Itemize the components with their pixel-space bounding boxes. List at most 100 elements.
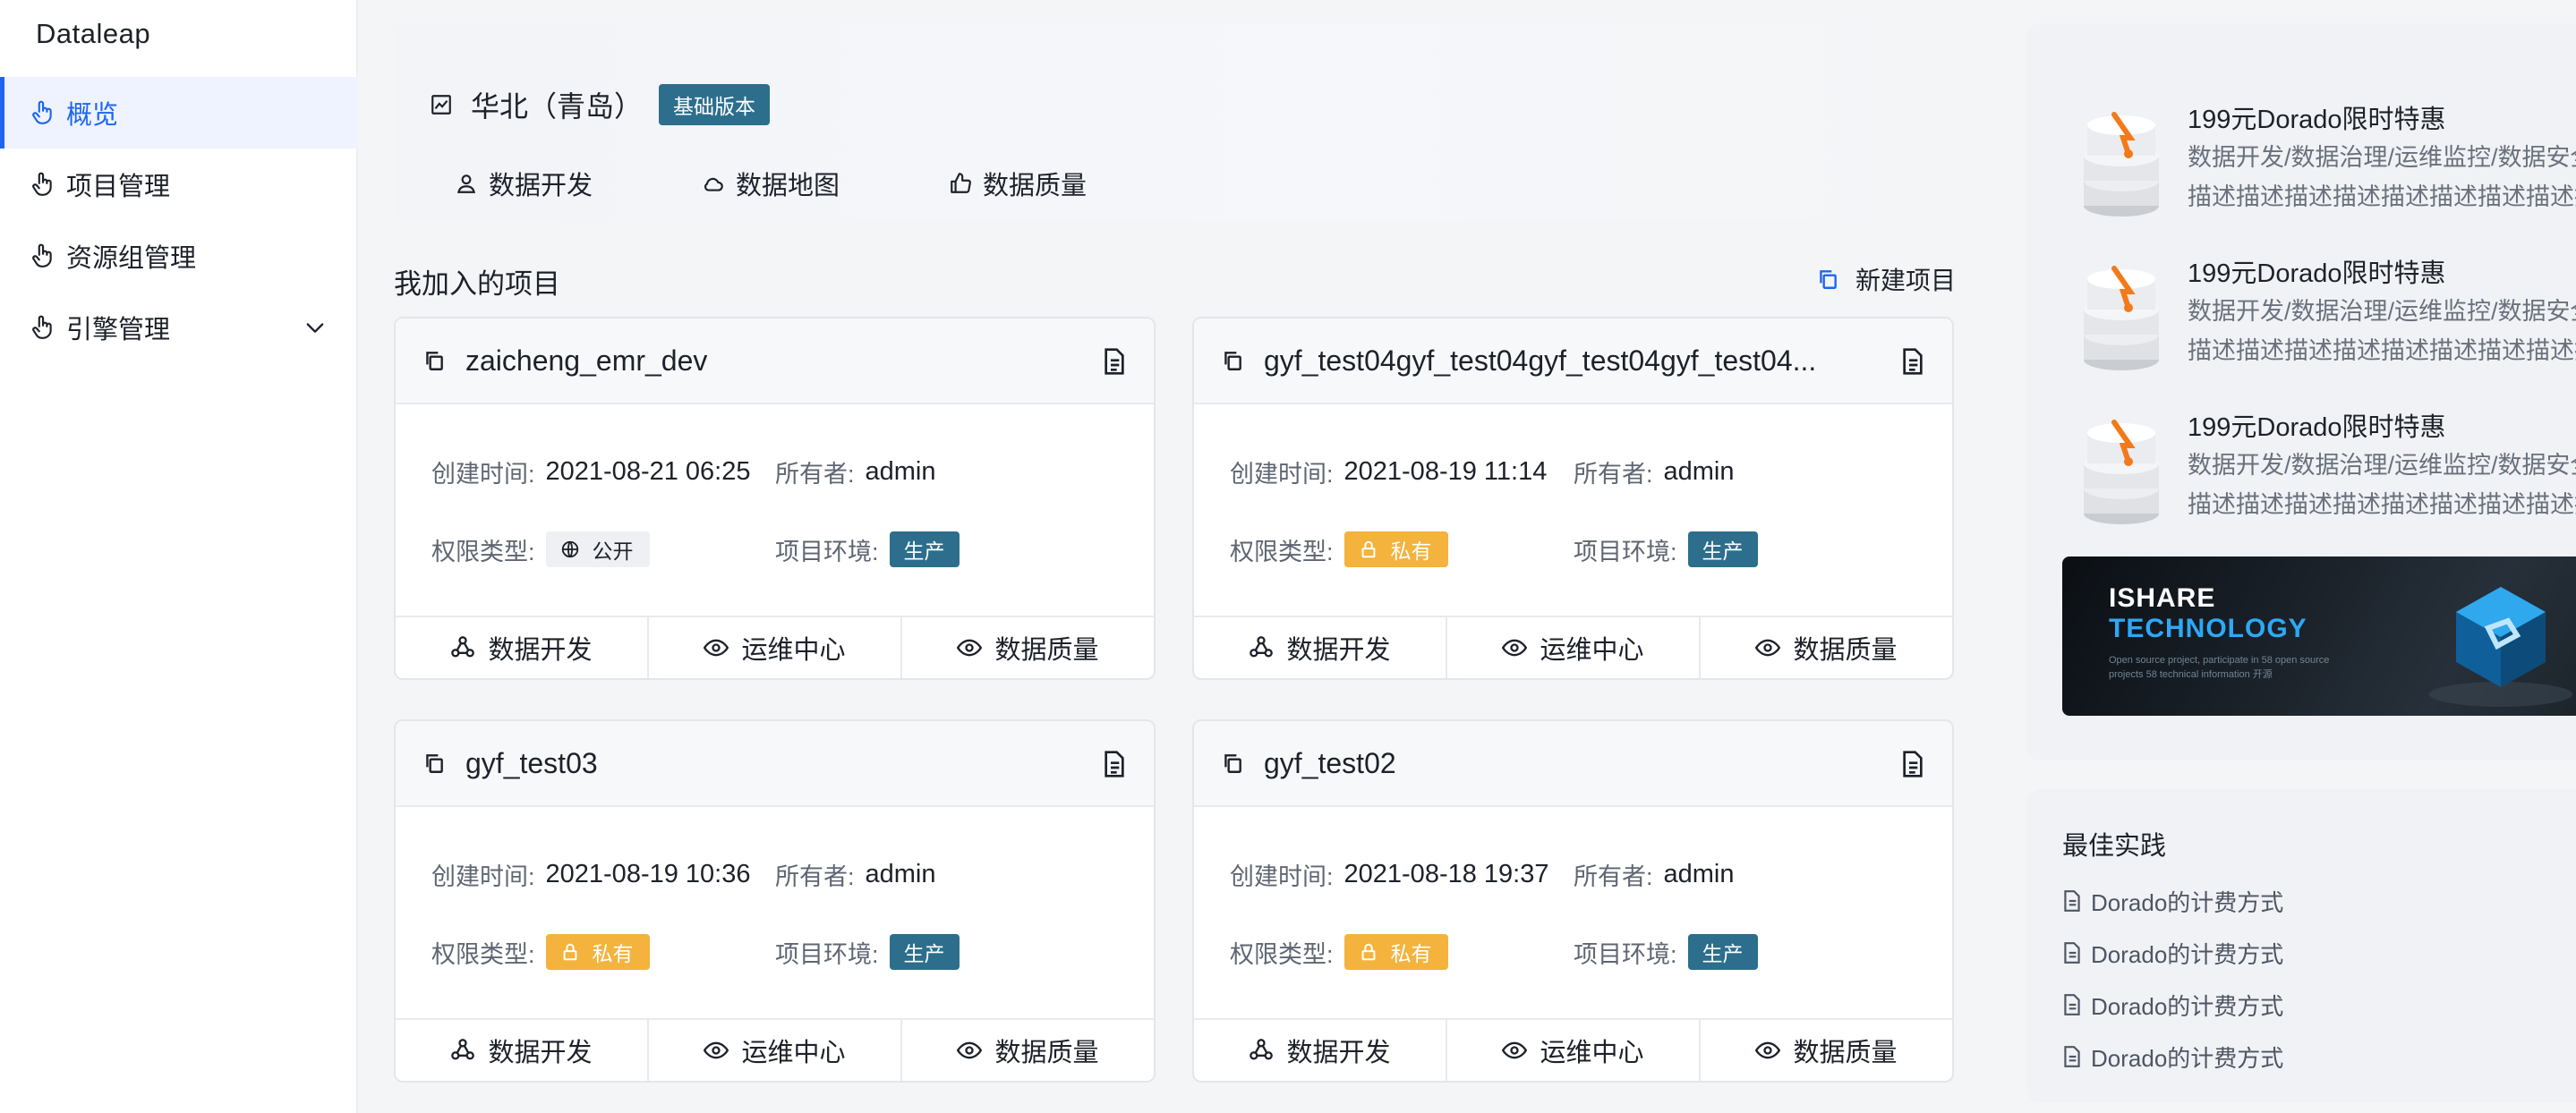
project-env: 项目环境: 生产 — [775, 934, 960, 970]
best-practice-label: Dorado的计费方式 — [2091, 1044, 2284, 1072]
best-practice-link[interactable]: Dorado的计费方式 — [2062, 979, 2283, 1031]
nodes-icon — [451, 1039, 475, 1060]
owner-value: admin — [865, 860, 936, 888]
banner-title-line2: TECHNOLOGY — [2109, 614, 2307, 643]
project-env: 项目环境: 生产 — [1574, 934, 1758, 970]
data-dev-button[interactable]: 数据开发 — [396, 1020, 649, 1081]
promo-item[interactable]: 199元Dorado限时特惠 数据开发/数据治理/运维监控/数据安全 描述描述描… — [2078, 406, 2576, 540]
sidebar-item-overview[interactable]: 概览 — [0, 77, 358, 149]
promo-description: 数据开发/数据治理/运维监控/数据安全 描述描述描述描述描述描述描述描述描述描述… — [2188, 138, 2576, 217]
project-name[interactable]: gyf_test03 — [465, 747, 598, 780]
action-label: 运维中心 — [1540, 636, 1644, 665]
banner-caption: Open source project, participate in 58 o… — [2109, 655, 2330, 680]
created-value: 2021-08-18 19:37 — [1343, 860, 1549, 888]
ops-center-button[interactable]: 运维中心 — [649, 1020, 902, 1081]
project-name[interactable]: gyf_test02 — [1264, 747, 1396, 780]
projects-section-header: 我加入的项目 新建项目 — [394, 256, 1956, 301]
data-quality-button[interactable]: 数据质量 — [902, 617, 1154, 678]
best-practice-label: Dorado的计费方式 — [2091, 940, 2284, 968]
quick-link-data-map[interactable]: 数据地图 — [702, 165, 840, 202]
document-icon — [2064, 994, 2080, 1015]
permission-type: 权限类型: 公开 — [431, 531, 650, 567]
eye-icon — [1502, 1041, 1528, 1059]
card-actions: 数据开发 运维中心 数据质量 — [1194, 616, 1952, 678]
brand-title: Dataleap — [36, 18, 151, 49]
sidebar-item-projects[interactable]: 项目管理 — [0, 149, 358, 220]
promo-title: 199元Dorado限时特惠 — [2188, 106, 2446, 134]
document-icon[interactable] — [1900, 347, 1925, 376]
ops-center-button[interactable]: 运维中心 — [1447, 1020, 1701, 1081]
section-title: 我加入的项目 — [394, 268, 560, 300]
project-name[interactable]: gyf_test04gyf_test04gyf_test04gyf_test04… — [1264, 344, 1816, 378]
document-icon[interactable] — [1900, 750, 1925, 778]
created-label: 创建时间: — [1230, 461, 1334, 488]
nodes-icon — [1250, 1039, 1274, 1060]
action-label: 数据质量 — [1793, 636, 1898, 665]
sidebar: Dataleap 概览 项目管理 资源组管理 引擎管理 — [0, 0, 358, 1113]
best-practice-link[interactable]: Dorado的计费方式 — [2062, 1031, 2283, 1083]
thumbs-up-icon — [951, 173, 971, 193]
new-project-label: 新建项目 — [1855, 267, 1956, 294]
ops-center-button[interactable]: 运维中心 — [1447, 617, 1701, 678]
document-icon[interactable] — [1102, 347, 1127, 376]
quick-link-data-dev[interactable]: 数据开发 — [455, 165, 593, 202]
sidebar-item-resource-groups[interactable]: 资源组管理 — [0, 220, 358, 292]
card-header: gyf_test03 — [396, 721, 1154, 807]
lock-icon — [1361, 943, 1375, 961]
env-label: 项目环境: — [775, 940, 879, 968]
lock-icon — [1361, 540, 1375, 558]
ops-center-button[interactable]: 运维中心 — [649, 617, 902, 678]
created-time: 创建时间: 2021-08-18 19:37 — [1230, 857, 1549, 892]
created-value: 2021-08-19 10:36 — [545, 860, 751, 888]
project-card[interactable]: gyf_test03 创建时间: 2021-08-19 10:36 所有者: a… — [394, 719, 1156, 1083]
sidebar-item-label: 资源组管理 — [66, 244, 197, 273]
promo-description: 数据开发/数据治理/运维监控/数据安全 描述描述描述描述描述描述描述描述描述描述… — [2188, 446, 2576, 524]
chart-icon — [431, 95, 451, 115]
ishare-banner[interactable]: ISHARE TECHNOLOGY Open source project, p… — [2062, 556, 2576, 716]
project-card[interactable]: gyf_test04gyf_test04gyf_test04gyf_test04… — [1192, 317, 1954, 680]
permission-tag: 私有 — [1343, 531, 1448, 567]
action-label: 数据质量 — [994, 1039, 1099, 1067]
promo-desc-line: 描述描述描述描述描述描述描述描述描述描述描 — [2188, 337, 2576, 364]
permission-type: 权限类型: 私有 — [431, 934, 650, 970]
nodes-icon — [1250, 636, 1274, 658]
best-practice-link[interactable]: Dorado的计费方式 — [2062, 927, 2283, 979]
data-quality-button[interactable]: 数据质量 — [902, 1020, 1154, 1081]
card-actions: 数据开发 运维中心 数据质量 — [396, 1018, 1154, 1081]
data-dev-button[interactable]: 数据开发 — [1194, 1020, 1447, 1081]
env-label: 项目环境: — [775, 538, 879, 565]
data-dev-button[interactable]: 数据开发 — [396, 617, 649, 678]
eye-icon — [704, 1041, 729, 1059]
action-label: 数据开发 — [1286, 636, 1391, 665]
permission-value: 私有 — [1390, 540, 1432, 563]
permission-tag: 私有 — [545, 934, 650, 970]
best-practice-link[interactable]: Dorado的计费方式 — [2062, 875, 2283, 927]
new-project-button[interactable]: 新建项目 — [1816, 261, 1956, 297]
permission-type: 权限类型: 私有 — [1230, 934, 1448, 970]
promo-item[interactable]: 199元Dorado限时特惠 数据开发/数据治理/运维监控/数据安全 描述描述描… — [2078, 252, 2576, 387]
quick-link-data-quality[interactable]: 数据质量 — [949, 165, 1087, 202]
data-quality-button[interactable]: 数据质量 — [1701, 617, 1952, 678]
permission-value: 私有 — [1390, 942, 1432, 965]
created-time: 创建时间: 2021-08-19 11:14 — [1230, 455, 1547, 489]
hand-pointer-icon — [30, 99, 54, 126]
action-label: 运维中心 — [1540, 1039, 1644, 1067]
card-actions: 数据开发 运维中心 数据质量 — [396, 616, 1154, 678]
promo-item[interactable]: 199元Dorado限时特惠 数据开发/数据治理/运维监控/数据安全 描述描述描… — [2078, 98, 2576, 233]
document-icon[interactable] — [1102, 750, 1127, 778]
project-card[interactable]: gyf_test02 创建时间: 2021-08-18 19:37 所有者: a… — [1192, 719, 1954, 1083]
data-quality-button[interactable]: 数据质量 — [1701, 1020, 1952, 1081]
data-dev-button[interactable]: 数据开发 — [1194, 617, 1447, 678]
document-icon — [2064, 1046, 2080, 1067]
sidebar-item-engines[interactable]: 引擎管理 — [0, 292, 358, 363]
eye-icon — [1755, 1041, 1781, 1059]
chevron-down-icon[interactable] — [303, 315, 328, 340]
best-practice-label: Dorado的计费方式 — [2091, 888, 2284, 916]
owner: 所有者: admin — [1574, 455, 1735, 489]
project-card[interactable]: zaicheng_emr_dev 创建时间: 2021-08-21 06:25 … — [394, 317, 1156, 680]
region-panel: 华北（青岛） 基础版本 数据开发 数据地图 数据质量 — [394, 23, 1956, 220]
hand-pointer-icon — [30, 314, 54, 341]
owner-value: admin — [1663, 457, 1735, 486]
promo-desc-line: 数据开发/数据治理/运维监控/数据安全 — [2188, 452, 2576, 479]
project-name[interactable]: zaicheng_emr_dev — [465, 344, 707, 378]
